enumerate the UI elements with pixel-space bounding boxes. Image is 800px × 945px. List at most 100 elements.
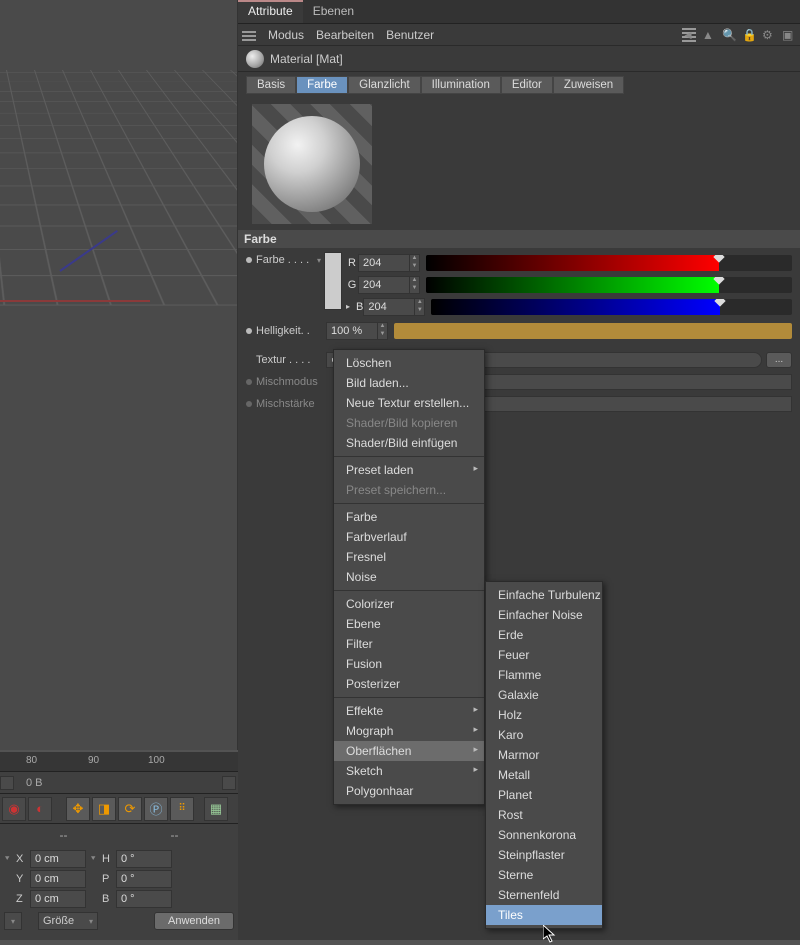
channel-tab-zuweisen[interactable]: Zuweisen <box>553 76 624 94</box>
texture-label: Textur . . . . <box>256 354 326 366</box>
surfaces-submenu: Einfache TurbulenzEinfacher NoiseErdeFeu… <box>485 581 603 929</box>
apply-button[interactable]: Anwenden <box>154 912 234 930</box>
submenu-item[interactable]: Steinpflaster <box>486 845 602 865</box>
menu-item[interactable]: Oberflächen <box>334 741 484 761</box>
frame-end-knob[interactable] <box>222 776 236 790</box>
scale-tool-button[interactable]: ◨ <box>92 797 116 821</box>
lock-icon[interactable]: 🔒 <box>742 28 756 42</box>
size-select[interactable]: Größe <box>38 912 98 930</box>
menu-item[interactable]: Filter <box>334 634 484 654</box>
submenu-item[interactable]: Planet <box>486 785 602 805</box>
g-input[interactable] <box>358 276 410 294</box>
rot-p-input[interactable] <box>116 870 172 888</box>
back-icon[interactable]: ◄ <box>682 28 696 42</box>
menu-item[interactable]: Shader/Bild einfügen <box>334 433 484 453</box>
menu-item[interactable]: Mograph <box>334 721 484 741</box>
new-icon[interactable]: ▣ <box>782 28 796 42</box>
submenu-item[interactable]: Einfache Turbulenz <box>486 585 602 605</box>
menu-item[interactable]: Posterizer <box>334 674 484 694</box>
move-tool-button[interactable]: ✥ <box>66 797 90 821</box>
texture-browse-button[interactable]: ... <box>766 352 792 368</box>
menu-item[interactable]: Farbe <box>334 503 484 527</box>
menu-item[interactable]: Löschen <box>334 353 484 373</box>
pos-y-input[interactable] <box>30 870 86 888</box>
submenu-item[interactable]: Feuer <box>486 645 602 665</box>
r-spinner[interactable]: ▲▼ <box>358 254 420 272</box>
tab-layers[interactable]: Ebenen <box>303 0 364 23</box>
search-icon[interactable]: 🔍 <box>722 28 736 42</box>
menu-user[interactable]: Benutzer <box>386 28 434 42</box>
submenu-item[interactable]: Sonnenkorona <box>486 825 602 845</box>
submenu-item[interactable]: Sterne <box>486 865 602 885</box>
b-spinner[interactable]: ▲▼ <box>363 298 425 316</box>
channel-tab-editor[interactable]: Editor <box>501 76 553 94</box>
menu-mode[interactable]: Modus <box>268 28 304 42</box>
section-header-color: Farbe <box>238 230 800 248</box>
channel-tab-glanzlicht[interactable]: Glanzlicht <box>348 76 421 94</box>
submenu-item[interactable]: Galaxie <box>486 685 602 705</box>
submenu-item[interactable]: Tiles <box>486 905 602 925</box>
channel-tab-illumination[interactable]: Illumination <box>421 76 501 94</box>
menu-item[interactable]: Colorizer <box>334 590 484 614</box>
param-tool-button[interactable]: Ⓟ <box>144 797 168 821</box>
menu-item[interactable]: Ebene <box>334 614 484 634</box>
viewport-3d[interactable] <box>0 0 238 750</box>
b-slider[interactable] <box>431 299 792 315</box>
submenu-item[interactable]: Metall <box>486 765 602 785</box>
menu-item[interactable]: Bild laden... <box>334 373 484 393</box>
menu-item[interactable]: Neue Textur erstellen... <box>334 393 484 413</box>
pos-z-input[interactable] <box>30 890 86 908</box>
r-input[interactable] <box>358 254 410 272</box>
submenu-item[interactable]: Erde <box>486 625 602 645</box>
menu-item[interactable]: Noise <box>334 567 484 587</box>
timeline-ruler[interactable]: 80 90 100 <box>0 752 238 772</box>
pos-x-input[interactable] <box>30 850 86 868</box>
submenu-item[interactable]: Einfacher Noise <box>486 605 602 625</box>
submenu-item[interactable]: Marmor <box>486 745 602 765</box>
channel-r-label: R <box>346 257 358 269</box>
menu-item[interactable]: Fusion <box>334 654 484 674</box>
g-spinner[interactable]: ▲▼ <box>358 276 420 294</box>
submenu-item[interactable]: Rost <box>486 805 602 825</box>
submenu-item[interactable]: Holz <box>486 705 602 725</box>
color-swatch[interactable] <box>324 252 342 310</box>
pla-tool-button[interactable]: ⠿ <box>170 797 194 821</box>
rotate-tool-button[interactable]: ⟳ <box>118 797 142 821</box>
submenu-item[interactable]: Flamme <box>486 665 602 685</box>
key-options-button[interactable]: ◐ <box>28 797 52 821</box>
color-mode-arrow-icon[interactable]: ▸ <box>346 302 350 311</box>
menu-edit[interactable]: Bearbeiten <box>316 28 374 42</box>
material-preview[interactable] <box>252 104 372 224</box>
object-name: Material [Mat] <box>270 52 343 66</box>
panel-tabs: Attribute Ebenen <box>238 0 800 24</box>
menu-item[interactable]: Farbverlauf <box>334 527 484 547</box>
menu-item[interactable]: Preset laden <box>334 456 484 480</box>
menu-item[interactable]: Fresnel <box>334 547 484 567</box>
menu-item: Preset speichern... <box>334 480 484 500</box>
brightness-input[interactable] <box>326 322 378 340</box>
object-header: Material [Mat] <box>238 46 800 72</box>
menu-item[interactable]: Sketch <box>334 761 484 781</box>
channel-tab-basis[interactable]: Basis <box>246 76 296 94</box>
disclosure-icon[interactable]: ▾ <box>317 256 324 265</box>
submenu-item[interactable]: Karo <box>486 725 602 745</box>
menu-item[interactable]: Polygonhaar <box>334 781 484 801</box>
b-input[interactable] <box>363 298 415 316</box>
rot-b-input[interactable] <box>116 890 172 908</box>
record-button[interactable]: ◉ <box>2 797 26 821</box>
space-select[interactable] <box>4 912 22 930</box>
g-slider[interactable] <box>426 277 792 293</box>
gear-icon[interactable]: ⚙ <box>762 28 776 42</box>
submenu-item[interactable]: Sternenfeld <box>486 885 602 905</box>
channel-tab-farbe[interactable]: Farbe <box>296 76 348 94</box>
tab-attribute[interactable]: Attribute <box>238 0 303 23</box>
brightness-spinner[interactable]: ▲▼ <box>326 322 388 340</box>
brightness-slider[interactable] <box>394 323 792 339</box>
menu-item[interactable]: Effekte <box>334 697 484 721</box>
up-icon[interactable]: ▲ <box>702 28 716 42</box>
r-slider[interactable] <box>426 255 792 271</box>
frame-start-knob[interactable] <box>0 776 14 790</box>
timeline-layout-button[interactable]: ▦ <box>204 797 228 821</box>
readout-right: -- <box>171 828 179 842</box>
rot-h-input[interactable] <box>116 850 172 868</box>
